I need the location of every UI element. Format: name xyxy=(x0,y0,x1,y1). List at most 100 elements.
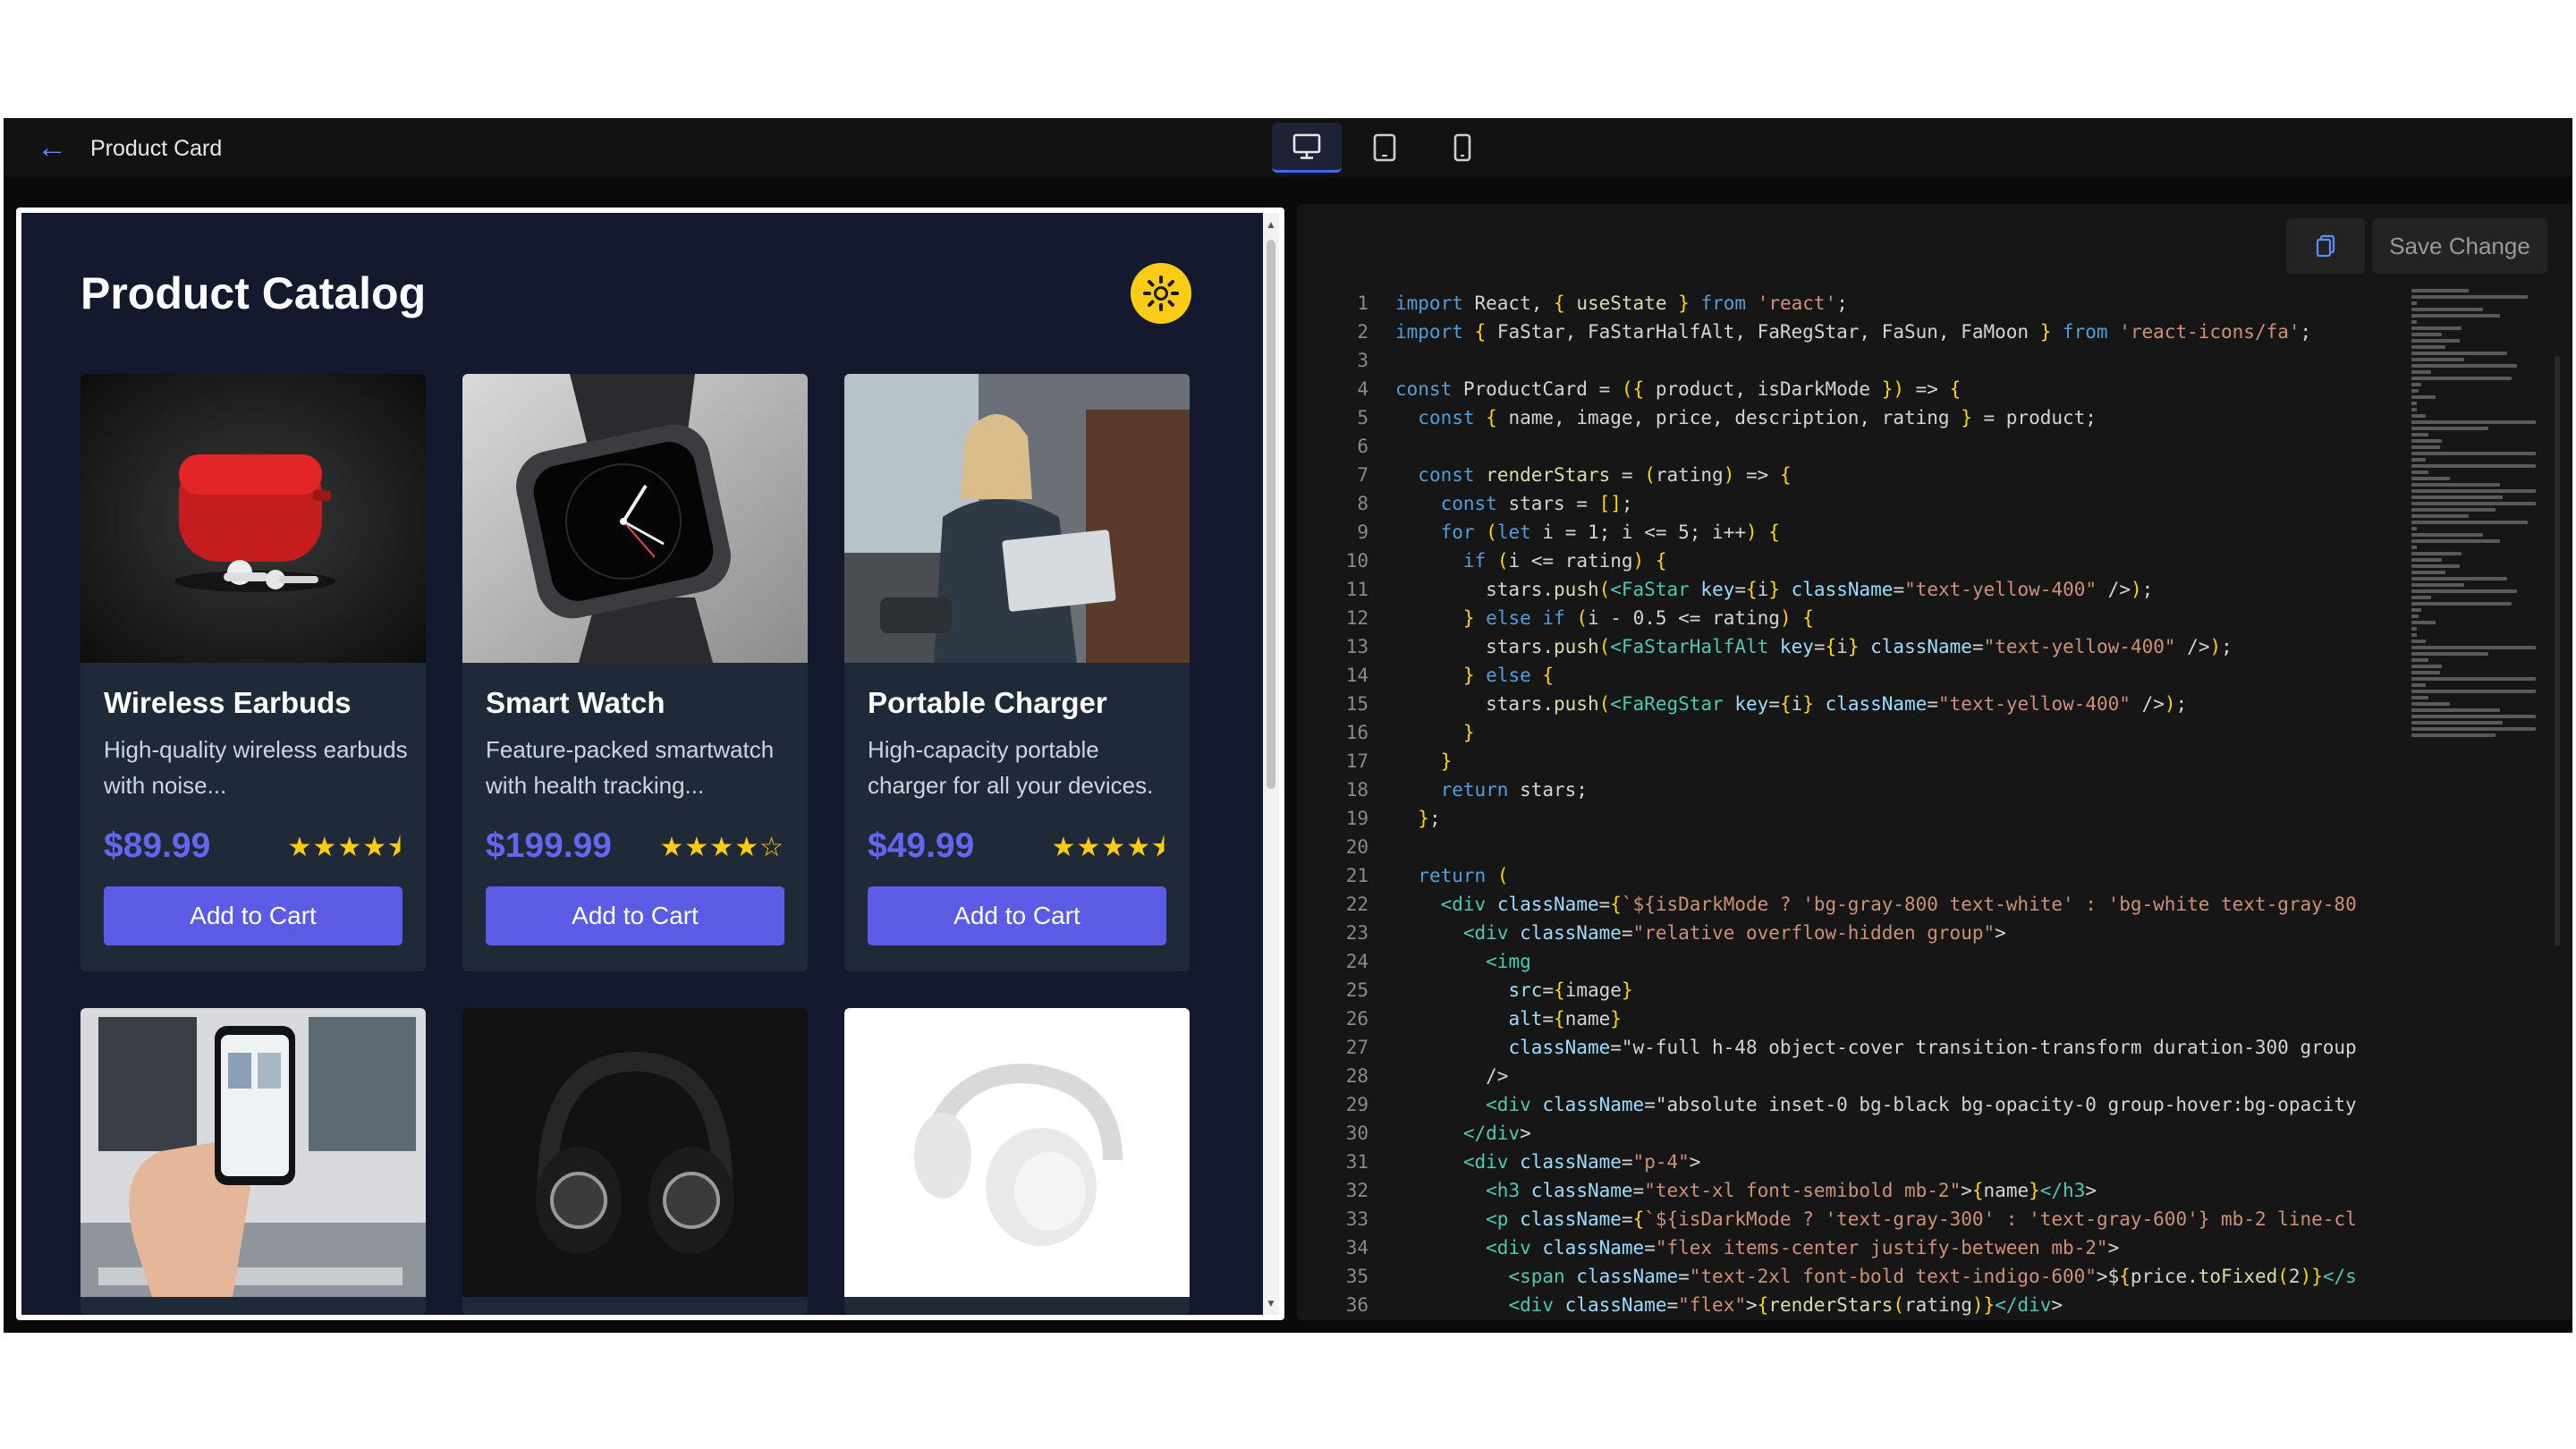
line-number: 24 xyxy=(1345,951,1368,972)
code-line[interactable]: const renderStars = (rating) => { xyxy=(1395,461,2358,489)
code-line[interactable]: <div className="relative overflow-hidden… xyxy=(1395,919,2358,947)
code-line[interactable]: <div className="flex items-center justif… xyxy=(1395,1233,2358,1262)
code-line[interactable]: if (i <= rating) { xyxy=(1395,547,2358,575)
line-number: 21 xyxy=(1345,865,1368,886)
code-line[interactable]: <div className="p-4"> xyxy=(1395,1148,2358,1176)
product-image-watch xyxy=(462,374,808,663)
code-line[interactable]: } else { xyxy=(1395,661,2358,690)
line-number: 28 xyxy=(1345,1065,1368,1087)
minimap-line xyxy=(2411,408,2417,411)
code-line[interactable]: stars.push(<FaStar key={i} className="te… xyxy=(1395,575,2358,604)
code-line[interactable]: }; xyxy=(1395,804,2358,833)
code-line[interactable]: <span className="text-2xl font-bold text… xyxy=(1395,1262,2358,1291)
catalog-title: Product Catalog xyxy=(80,268,427,318)
scroll-up-arrow-icon[interactable]: ▲ xyxy=(1263,216,1279,233)
editor-scrollbar[interactable] xyxy=(2555,356,2560,946)
minimap-line xyxy=(2411,583,2465,587)
line-number-gutter: 1 2 3 4 5 6 7 8 9 10 11 12 13 14 15 16 17 18 19 20 21 22 23 24 2… xyxy=(1297,289,1368,1319)
minimap-line xyxy=(2411,377,2512,380)
line-number: 4 xyxy=(1357,378,1368,400)
code-editor[interactable]: Save Change 1 2 3 4 5 6 7 8 9 10 11 12 13 14 15 16 17 18 1… xyxy=(1297,204,2572,1320)
product-image-earbuds xyxy=(80,374,426,663)
minimap-line xyxy=(2411,558,2442,562)
mobile-view-button[interactable] xyxy=(1428,123,1497,173)
theme-toggle-button[interactable] xyxy=(1131,263,1191,324)
code-line[interactable]: <div className="absolute inset-0 bg-blac… xyxy=(1395,1090,2358,1119)
code-line[interactable]: stars.push(<FaRegStar key={i} className=… xyxy=(1395,690,2358,718)
minimap-line xyxy=(2411,690,2537,693)
line-number: 9 xyxy=(1357,521,1368,543)
scroll-down-arrow-icon[interactable]: ▼ xyxy=(1263,1295,1279,1311)
desktop-view-button[interactable] xyxy=(1272,123,1342,173)
code-line[interactable]: } xyxy=(1395,718,2358,747)
minimap-line xyxy=(2411,289,2469,292)
code-line[interactable]: import React, { useState } from 'react'; xyxy=(1395,289,2358,318)
code-line[interactable]: className="w-full h-48 object-cover tran… xyxy=(1395,1033,2358,1062)
code-minimap[interactable] xyxy=(2411,289,2546,737)
minimap-line xyxy=(2411,477,2451,480)
code-line[interactable]: /> xyxy=(1395,1062,2358,1090)
code-line[interactable]: <img xyxy=(1395,947,2358,976)
code-line[interactable]: stars.push(<FaStarHalfAlt key={i} classN… xyxy=(1395,632,2358,661)
code-line[interactable]: <div className={`${isDarkMode ? 'bg-gray… xyxy=(1395,890,2358,919)
back-arrow-icon[interactable]: ← xyxy=(34,132,70,163)
code-line[interactable]: <h3 className="text-xl font-semibold mb-… xyxy=(1395,1176,2358,1205)
product-card xyxy=(462,1008,808,1315)
minimap-line xyxy=(2411,608,2422,612)
line-number: 34 xyxy=(1345,1237,1368,1258)
code-line[interactable]: const { name, image, price, description,… xyxy=(1395,403,2358,432)
add-to-cart-button[interactable]: Add to Cart xyxy=(104,886,402,945)
preview-area[interactable]: Product Catalog Wireless Earbuds High-qu… xyxy=(21,213,1279,1315)
copy-button[interactable] xyxy=(2286,218,2365,274)
code-line[interactable] xyxy=(1395,346,2358,375)
line-number: 30 xyxy=(1345,1123,1368,1144)
minimap-line xyxy=(2411,577,2508,580)
scroll-thumb[interactable] xyxy=(1267,240,1275,789)
code-line[interactable]: } xyxy=(1395,747,2358,775)
code-line[interactable]: const stars = []; xyxy=(1395,489,2358,518)
code-line[interactable] xyxy=(1395,432,2358,461)
code-line[interactable]: return ( xyxy=(1395,861,2358,890)
line-number: 26 xyxy=(1345,1008,1368,1030)
minimap-line xyxy=(2411,483,2501,487)
minimap-line xyxy=(2411,458,2426,462)
code-line[interactable]: alt={name} xyxy=(1395,1004,2358,1033)
minimap-line xyxy=(2411,708,2501,712)
minimap-line xyxy=(2411,702,2451,706)
product-card: Portable Charger High-capacity portable … xyxy=(844,374,1190,971)
minimap-line xyxy=(2411,427,2489,430)
minimap-line xyxy=(2411,308,2483,311)
line-number: 17 xyxy=(1345,750,1368,772)
minimap-line xyxy=(2411,596,2432,599)
code-line[interactable]: return stars; xyxy=(1395,775,2358,804)
minimap-line xyxy=(2411,665,2442,668)
code-line[interactable]: } else if (i - 0.5 <= rating) { xyxy=(1395,604,2358,632)
code-line[interactable] xyxy=(1395,833,2358,861)
code-line[interactable]: <div className="flex">{renderStars(ratin… xyxy=(1395,1291,2358,1319)
minimap-line xyxy=(2411,439,2442,443)
minimap-line xyxy=(2411,652,2489,656)
line-number: 33 xyxy=(1345,1208,1368,1230)
product-image-headphones-white xyxy=(844,1008,1190,1297)
code-content[interactable]: import React, { useState } from 'react';… xyxy=(1395,289,2358,1320)
minimap-line xyxy=(2411,301,2417,305)
code-line[interactable]: src={image} xyxy=(1395,976,2358,1004)
code-line[interactable]: const ProductCard = ({ product, isDarkMo… xyxy=(1395,375,2358,403)
code-line[interactable]: </div> xyxy=(1395,1119,2358,1148)
code-line[interactable]: <p className={`${isDarkMode ? 'text-gray… xyxy=(1395,1205,2358,1233)
product-card xyxy=(844,1008,1190,1315)
code-line[interactable]: import { FaStar, FaStarHalfAlt, FaRegSta… xyxy=(1395,318,2358,346)
minimap-line xyxy=(2411,677,2537,681)
preview-scrollbar[interactable]: ▲ ▼ xyxy=(1263,213,1279,1315)
minimap-line xyxy=(2411,496,2504,499)
tablet-view-button[interactable] xyxy=(1350,123,1419,173)
minimap-line xyxy=(2411,433,2429,436)
preview-frame: Product Catalog Wireless Earbuds High-qu… xyxy=(16,208,1284,1320)
save-change-button[interactable]: Save Change xyxy=(2372,218,2547,274)
add-to-cart-button[interactable]: Add to Cart xyxy=(486,886,784,945)
add-to-cart-button[interactable]: Add to Cart xyxy=(868,886,1166,945)
product-price: $89.99 xyxy=(104,826,211,865)
code-line[interactable]: for (let i = 1; i <= 5; i++) { xyxy=(1395,518,2358,547)
rating-stars: ★★★★☆ xyxy=(659,833,784,862)
minimap-line xyxy=(2411,508,2496,512)
